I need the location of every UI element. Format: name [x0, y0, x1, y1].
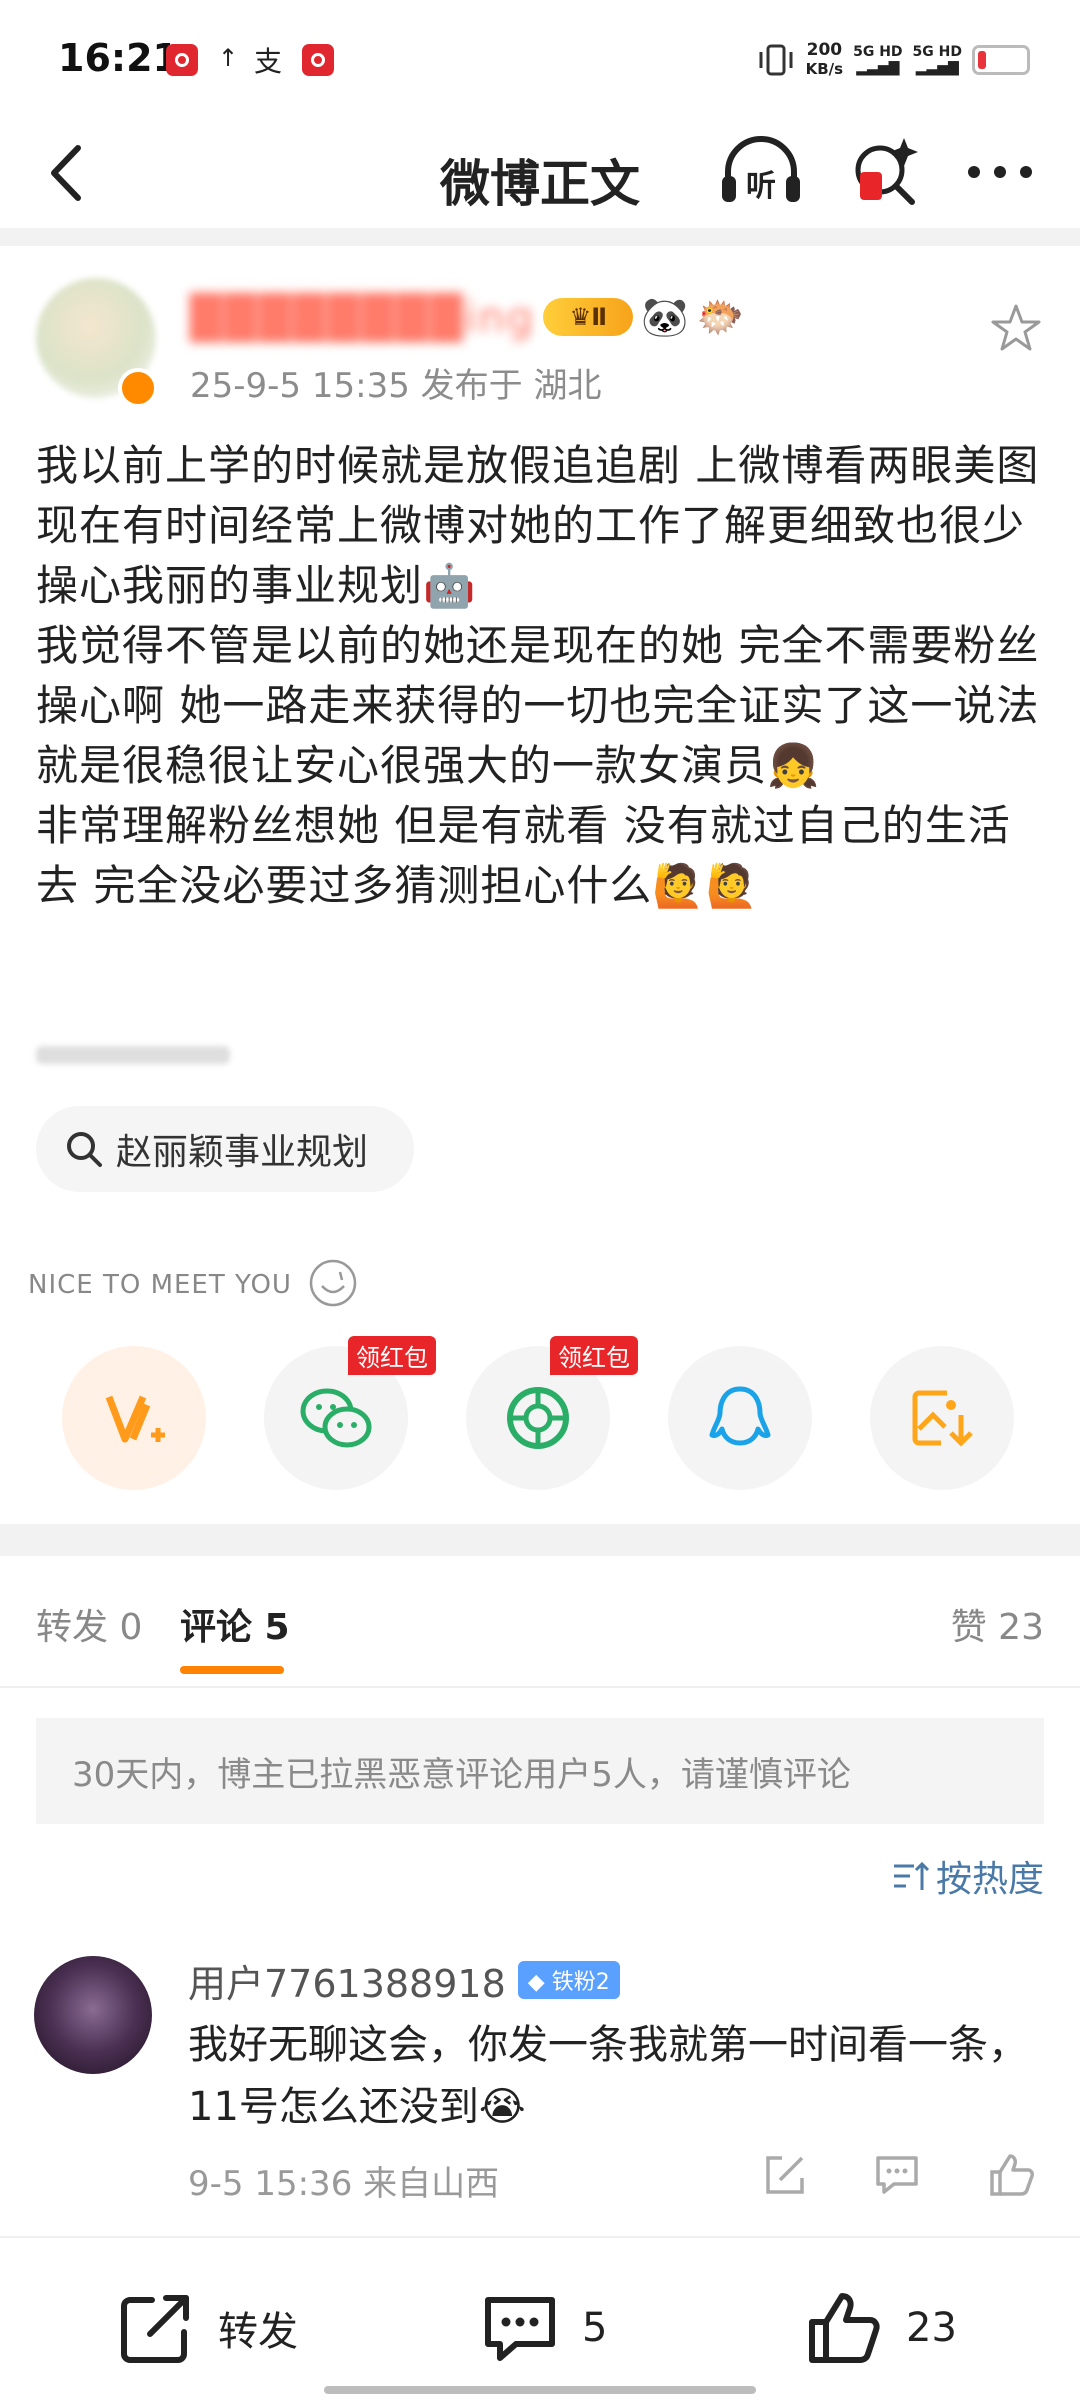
netease-music-icon: [166, 44, 198, 76]
comment-text: 我好无聊这会，你发一条我就第一时间看一条，11号怎么还没到😭: [188, 2022, 1028, 2130]
post-content: 我以前上学的时候就是放假追追剧 上微博看两眼美图 现在有时间经常上微博对她的工作…: [36, 436, 1048, 916]
signal-1: 5G HD ▂▃▅▇: [853, 44, 903, 76]
more-dots-icon: [968, 166, 1032, 178]
headphones-icon: 听: [722, 136, 800, 204]
commenter-username[interactable]: 用户7761388918: [188, 1953, 506, 2008]
thumbs-up-icon: [809, 2293, 880, 2363]
bottom-action-bar: 转发 5 23: [0, 2236, 1080, 2400]
commenter-name-row: 用户7761388918 ◆ 铁粉2: [188, 1954, 620, 2006]
listen-button[interactable]: 听: [716, 132, 806, 212]
pufferfish-badge-icon: 🐡: [696, 295, 745, 339]
tab-repost[interactable]: 转发 0: [36, 1598, 142, 1650]
blurred-username: ████████ing: [190, 292, 536, 342]
wechat-icon: [300, 1388, 372, 1448]
more-button[interactable]: [960, 142, 1040, 202]
smile-face-icon: [309, 1259, 357, 1307]
like-count: 23: [906, 2305, 957, 2351]
battery-icon: [972, 45, 1030, 75]
post-paragraph: 我觉得不管是以前的她还是现在的她 完全不需要粉丝操心啊 她一路走来获得的一切也完…: [36, 621, 1040, 790]
panda-badge-icon: 🐼: [641, 295, 689, 339]
crown-level-badge: ♛ Ⅱ: [543, 298, 634, 336]
comment-button[interactable]: 5: [480, 2288, 607, 2368]
netease-music-icon-2: [302, 44, 334, 76]
section-divider: [0, 228, 1080, 246]
signal-2: 5G HD ▂▃▅▇: [912, 44, 962, 76]
blurred-text: [36, 1046, 230, 1064]
share-out-icon: [766, 2156, 804, 2194]
share-banner: NICE TO MEET YOU: [28, 1270, 292, 1300]
comment-bubble-icon: [876, 2156, 918, 2194]
save-image-button[interactable]: [870, 1346, 1014, 1490]
post-paragraph: 非常理解粉丝想她 但是有就看 没有就过自己的生活去 完全没必要过多猜测担心什么🙋…: [36, 801, 1011, 910]
sort-label: 按热度: [935, 1859, 1044, 1900]
comment-notice: 30天内，博主已拉黑恶意评论用户5人，请谨慎评论: [36, 1718, 1044, 1824]
ai-search-icon: [855, 138, 918, 205]
status-bar: 16:21 ↑ 支 200 KB/s 5G HD ▂▃▅▇ 5G HD ▂▃▅▇: [0, 0, 1080, 118]
repost-label: 转发: [218, 2309, 298, 2355]
share-qq-button[interactable]: [668, 1346, 812, 1490]
iron-fan-badge: ◆ 铁粉2: [517, 1961, 620, 1999]
ai-search-button[interactable]: [846, 130, 926, 210]
comment-like-button[interactable]: [986, 2150, 1036, 2200]
top-nav: 微博正文 听: [0, 118, 1080, 228]
post-paragraph: 我以前上学的时候就是放假追追剧 上微博看两眼美图: [36, 441, 1040, 490]
comment-share-button[interactable]: [760, 2150, 810, 2200]
v-plus-icon: [105, 1395, 165, 1443]
svg-text:听: 听: [746, 169, 776, 204]
tabs-divider: [0, 1686, 1080, 1688]
upload-arrow-icon: ↑: [218, 44, 239, 72]
section-divider: [0, 1524, 1080, 1556]
comment-icon: [485, 2297, 555, 2361]
repost-icon: [121, 2295, 189, 2363]
sort-by-hot-button[interactable]: 按热度: [890, 1852, 1044, 1900]
active-tab-indicator: [180, 1666, 284, 1674]
commenter-avatar[interactable]: [34, 1956, 152, 2074]
vibrate-icon: [759, 44, 793, 76]
tab-likes[interactable]: 赞 23: [951, 1598, 1044, 1650]
share-wechat-button[interactable]: 领红包: [264, 1336, 436, 1490]
qq-icon: [709, 1386, 771, 1446]
post-paragraph: 现在有时间经常上微博对她的工作了解更细致也很少操心我丽的事业规划🤖: [36, 501, 1026, 610]
status-time: 16:21: [58, 36, 179, 80]
topic-label: 赵丽颖事业规划: [116, 1132, 369, 1173]
moments-icon: [507, 1387, 569, 1449]
repost-button[interactable]: 转发: [116, 2288, 298, 2368]
home-indicator[interactable]: [324, 2386, 756, 2394]
like-button[interactable]: 23: [804, 2288, 957, 2368]
share-moments-button[interactable]: 领红包: [466, 1336, 638, 1490]
alipay-icon: 支: [254, 45, 283, 78]
thumbs-up-icon: [990, 2154, 1034, 2196]
topic-chip[interactable]: 赵丽颖事业规划: [36, 1106, 414, 1192]
image-download-icon: [912, 1390, 973, 1447]
tab-comments[interactable]: 评论 5: [180, 1598, 290, 1650]
comment-reply-button[interactable]: [872, 2150, 922, 2200]
sort-icon: [893, 1861, 930, 1890]
post-meta: 25-9-5 15:35 发布于 湖北: [190, 366, 602, 406]
favorite-button[interactable]: [990, 302, 1042, 354]
avatar-verified-badge: [118, 368, 158, 408]
star-icon: [991, 304, 1041, 351]
search-icon: [67, 1132, 102, 1167]
author-name[interactable]: ████████ing ♛ Ⅱ 🐼 🐡: [190, 292, 744, 342]
comment-count: 5: [582, 2305, 608, 2351]
red-packet-badge: 领红包: [550, 1336, 638, 1375]
red-packet-badge: 领红包: [348, 1336, 436, 1375]
network-speed: 200 KB/s: [805, 40, 844, 79]
share-v-plus-button[interactable]: [62, 1346, 206, 1490]
interaction-tabs: 转发 0 评论 5 赞 23: [0, 1556, 1080, 1686]
comment-meta: 9-5 15:36 来自山西: [188, 2164, 500, 2204]
